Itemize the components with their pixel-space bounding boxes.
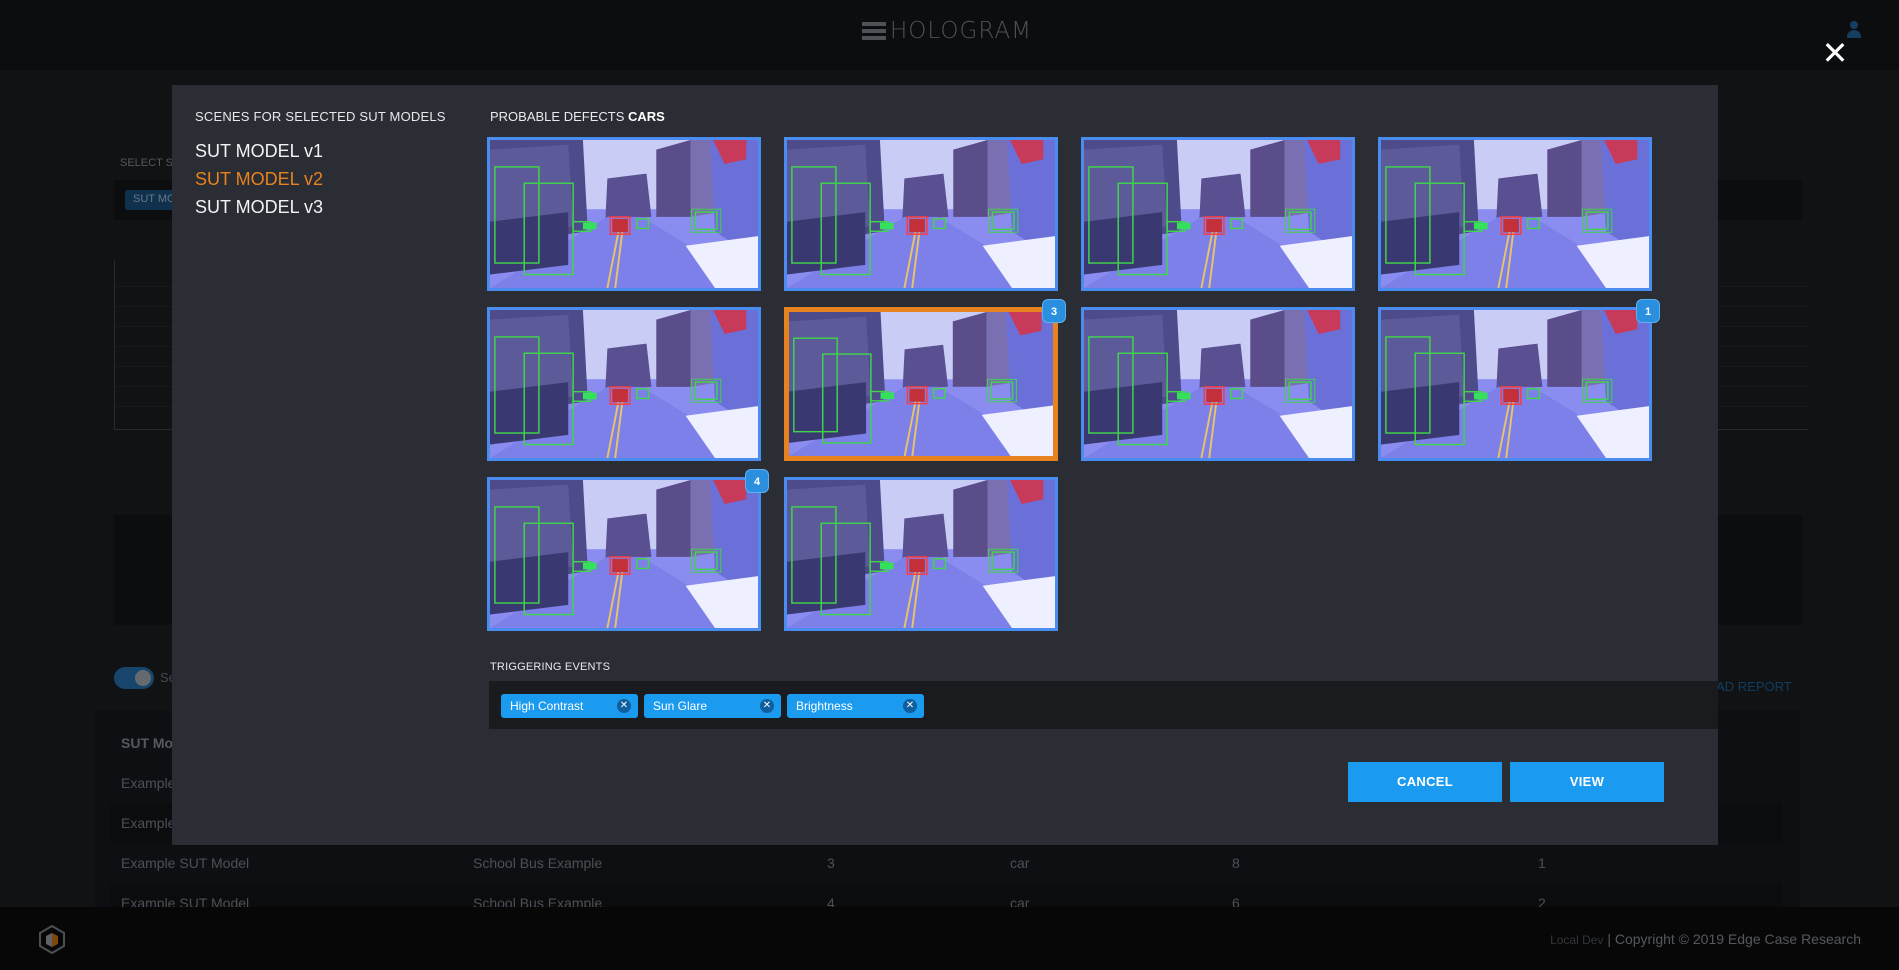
event-tag[interactable]: High Contrast ✕ [501,694,638,718]
defect-count-badge: 1 [1636,299,1660,323]
remove-tag-icon[interactable]: ✕ [903,699,917,713]
scene-thumbnail[interactable] [784,477,1058,631]
defects-title: PROBABLE DEFECTS CARS [490,109,665,124]
defects-category: CARS [628,109,665,124]
events-title: TRIGGERING EVENTS [490,661,611,673]
model-item-v2[interactable]: SUT MODEL v2 [195,169,323,190]
remove-tag-icon[interactable]: ✕ [760,699,774,713]
scene-thumbnail[interactable] [784,137,1058,291]
scene-thumbnail[interactable] [1378,307,1652,461]
event-tag[interactable]: Sun Glare ✕ [644,694,781,718]
cancel-button[interactable]: CANCEL [1348,762,1502,802]
scene-thumbnail[interactable] [1081,137,1355,291]
defect-count-badge: 4 [745,469,769,493]
scene-thumbnail[interactable] [1378,137,1652,291]
remove-tag-icon[interactable]: ✕ [617,699,631,713]
scene-thumbnail[interactable] [784,307,1058,461]
event-tag-label: Sun Glare [653,699,708,713]
model-item-v1[interactable]: SUT MODEL v1 [195,141,323,162]
event-tag-label: High Contrast [510,699,584,713]
scene-thumbnail[interactable] [487,137,761,291]
close-icon[interactable]: ✕ [1820,37,1850,69]
event-tag-label: Brightness [796,699,853,713]
events-bar: High Contrast ✕ Sun Glare ✕ Brightness ✕ [489,681,1718,729]
scene-thumbnail[interactable] [487,477,761,631]
scene-thumbnail[interactable] [1081,307,1355,461]
event-tag[interactable]: Brightness ✕ [787,694,924,718]
scenes-title: SCENES FOR SELECTED SUT MODELS [195,109,446,124]
scene-thumbnail[interactable] [487,307,761,461]
defect-count-badge: 3 [1042,299,1066,323]
model-item-v3[interactable]: SUT MODEL v3 [195,197,323,218]
defects-title-text: PROBABLE DEFECTS [490,109,625,124]
scenes-modal: SCENES FOR SELECTED SUT MODELS SUT MODEL… [172,85,1718,845]
view-button[interactable]: VIEW [1510,762,1664,802]
